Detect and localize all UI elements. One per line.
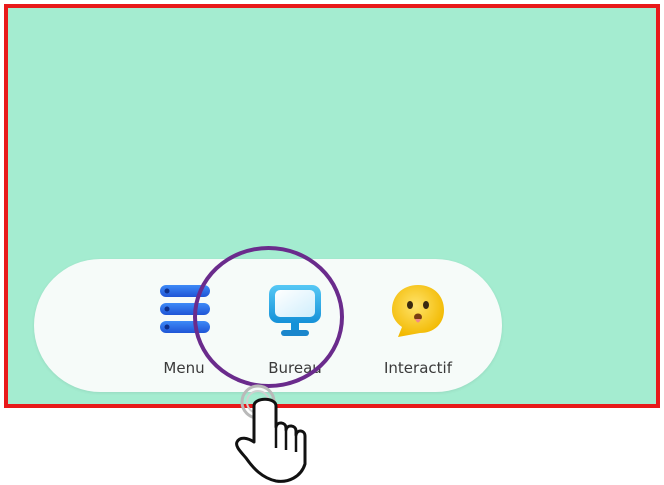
bureau-label: Bureau (268, 359, 322, 377)
interactif-button[interactable]: Interactif (363, 259, 473, 392)
bureau-button[interactable]: Bureau (240, 259, 350, 392)
emoji-face-icon (392, 285, 444, 337)
menu-stack-icon (160, 285, 210, 333)
menu-button[interactable]: Menu (129, 259, 239, 392)
monitor-icon (269, 285, 321, 336)
interactif-label: Interactif (384, 359, 452, 377)
menu-label: Menu (163, 359, 205, 377)
taskbar-dock: Menu Bureau Interactif (34, 259, 502, 392)
